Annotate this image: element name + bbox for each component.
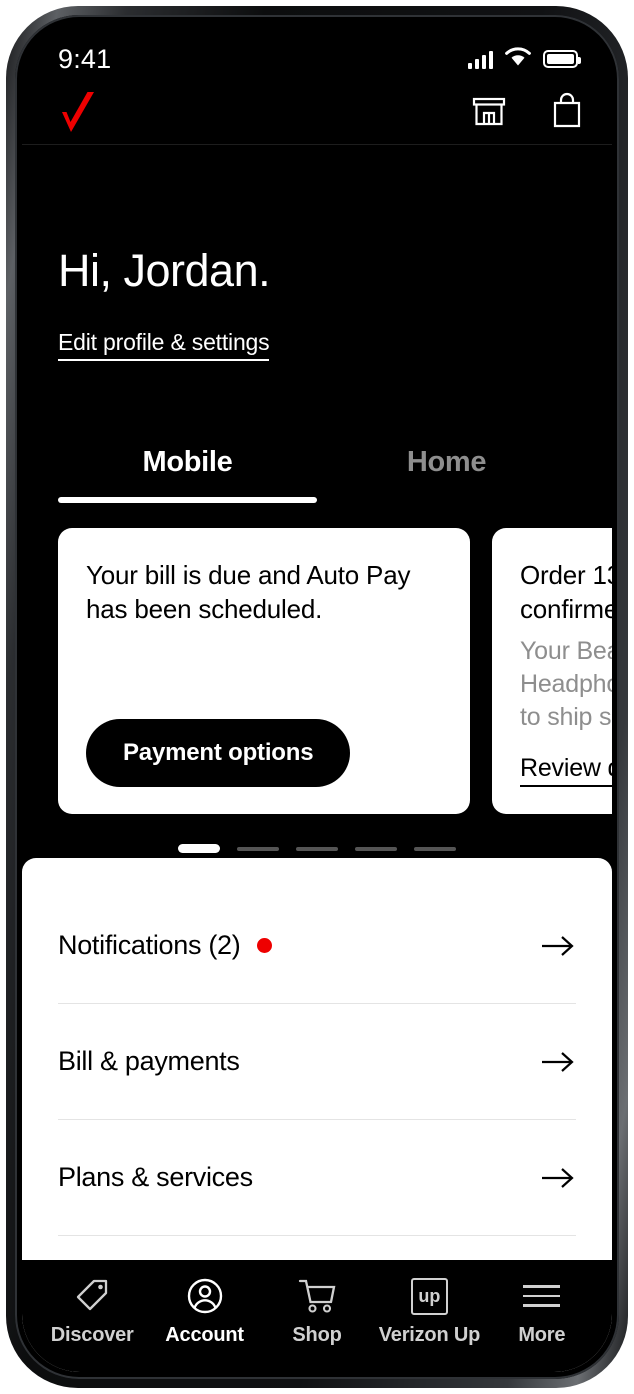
list-item-label: Bill & payments xyxy=(58,1046,240,1077)
battery-icon xyxy=(543,50,578,68)
carousel-dot[interactable] xyxy=(414,847,456,851)
shopping-bag-icon[interactable] xyxy=(548,91,586,136)
card-subtitle: Your Beats Wireless Headphones are set t… xyxy=(520,635,612,734)
row-left: Notifications (2) xyxy=(58,930,272,961)
nav-label: More xyxy=(518,1324,565,1347)
tag-icon xyxy=(72,1276,112,1316)
cellular-signal-icon xyxy=(468,50,494,69)
nav-item-discover[interactable]: Discover xyxy=(36,1276,148,1347)
nav-item-shop[interactable]: Shop xyxy=(261,1276,373,1347)
card-title: Your bill is due and Auto Pay has been s… xyxy=(86,559,442,627)
nav-item-account[interactable]: Account xyxy=(148,1276,260,1347)
app-bar-actions xyxy=(470,91,586,136)
phone-device-frame: 9:41 xyxy=(6,6,628,1388)
account-tabs: Mobile Home xyxy=(22,446,612,503)
tab-home-label: Home xyxy=(407,446,486,478)
carousel-card-bill[interactable]: Your bill is due and Auto Pay has been s… xyxy=(58,528,470,814)
arrow-right-icon xyxy=(540,933,576,959)
carousel-dot[interactable] xyxy=(296,847,338,851)
status-bar: 9:41 xyxy=(22,22,612,82)
verizon-checkmark-logo[interactable] xyxy=(56,90,98,136)
tab-mobile[interactable]: Mobile xyxy=(58,446,317,503)
list-item-notifications[interactable]: Notifications (2) xyxy=(58,888,576,1004)
nav-label: Account xyxy=(165,1324,244,1347)
row-left: Plans & services xyxy=(58,1162,253,1193)
app-bar xyxy=(22,82,612,145)
list-item-plans-services[interactable]: Plans & services xyxy=(58,1120,576,1236)
carousel-dot[interactable] xyxy=(178,844,220,853)
wifi-icon xyxy=(504,46,532,72)
review-details-link[interactable]: Review details xyxy=(520,754,612,787)
list-item-label: Plans & services xyxy=(58,1162,253,1193)
edit-profile-settings-link[interactable]: Edit profile & settings xyxy=(58,329,269,361)
payment-options-button[interactable]: Payment options xyxy=(86,719,350,787)
shopping-cart-icon xyxy=(296,1276,338,1316)
card-spacer xyxy=(520,734,612,754)
nav-label: Discover xyxy=(51,1324,134,1347)
card-title: Order 13236 confirmed. xyxy=(520,559,612,627)
page-title: Hi, Jordan. xyxy=(22,145,612,293)
nav-label: Verizon Up xyxy=(379,1324,480,1347)
account-hero: Hi, Jordan. Edit profile & settings Mobi… xyxy=(22,145,612,853)
store-icon[interactable] xyxy=(470,92,508,135)
carousel-card-order[interactable]: Order 13236 confirmed. Your Beats Wirele… xyxy=(492,528,612,814)
bottom-navigation-bar: Discover Account Shop xyxy=(22,1260,612,1372)
list-item-bill-payments[interactable]: Bill & payments xyxy=(58,1004,576,1120)
tab-mobile-label: Mobile xyxy=(142,446,232,478)
up-badge-icon: up xyxy=(411,1276,448,1316)
status-bar-time: 9:41 xyxy=(58,44,111,75)
tab-home[interactable]: Home xyxy=(317,446,576,503)
hamburger-menu-icon xyxy=(523,1276,560,1316)
card-spacer xyxy=(86,627,442,719)
phone-bezel: 9:41 xyxy=(15,15,619,1379)
list-item-label: Notifications (2) xyxy=(58,930,240,961)
phone-screen: 9:41 xyxy=(22,22,612,1372)
nav-label: Shop xyxy=(292,1324,341,1347)
status-badge xyxy=(257,938,272,953)
arrow-right-icon xyxy=(540,1049,576,1075)
nav-item-more[interactable]: More xyxy=(486,1276,598,1347)
status-bar-indicators xyxy=(468,46,579,72)
user-circle-icon xyxy=(185,1276,225,1316)
carousel-pagination xyxy=(22,844,612,853)
nav-item-verizon-up[interactable]: up Verizon Up xyxy=(373,1276,485,1347)
row-left: Bill & payments xyxy=(58,1046,240,1077)
arrow-right-icon xyxy=(540,1165,576,1191)
carousel-dot[interactable] xyxy=(237,847,279,851)
notification-carousel[interactable]: Your bill is due and Auto Pay has been s… xyxy=(22,503,612,814)
carousel-dot[interactable] xyxy=(355,847,397,851)
